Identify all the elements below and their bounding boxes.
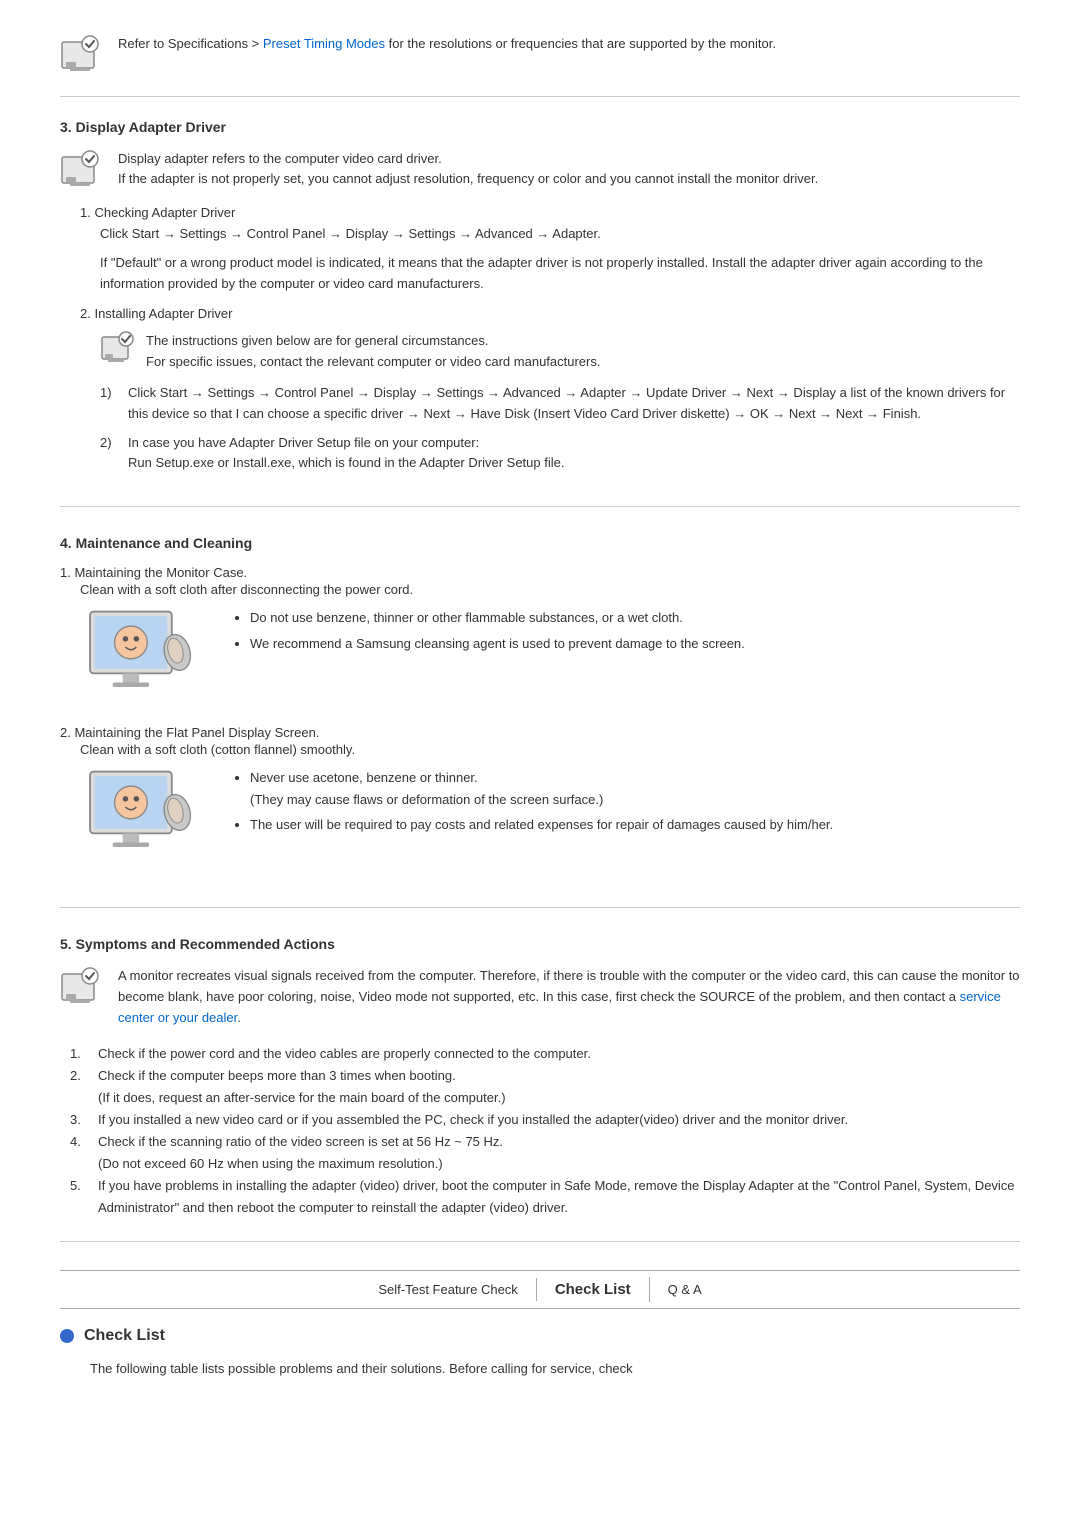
checking-adapter-section: 1. Checking Adapter Driver Click Start →… (80, 205, 1020, 294)
maintenance-item-1: 1. Maintaining the Monitor Case. Clean w… (60, 565, 1020, 707)
nav-qa[interactable]: Q & A (650, 1278, 720, 1301)
section-3-title: 3. Display Adapter Driver (60, 119, 1020, 135)
maintenance-2-subtitle: Clean with a soft cloth (cotton flannel)… (80, 742, 1020, 757)
installing-note-box: The instructions given below are for gen… (100, 331, 1020, 373)
symptoms-icon (60, 966, 104, 1010)
blue-dot-icon (60, 1329, 74, 1343)
step2-num: 2) (100, 433, 120, 475)
bottom-navigation: Self-Test Feature Check Check List Q & A (60, 1270, 1020, 1309)
preset-timing-link[interactable]: Preset Timing Modes (263, 36, 385, 51)
installing-adapter-section: 2. Installing Adapter Driver The instruc… (80, 306, 1020, 474)
step1-num: 1) (100, 383, 120, 425)
monitor-illustration-1 (80, 607, 200, 707)
check-list-section: Check List The following table lists pos… (60, 1327, 1020, 1400)
symptom-item-3: 3. If you installed a new video card or … (70, 1109, 1020, 1131)
bullet-item: The user will be required to pay costs a… (250, 814, 833, 835)
section-3-intro: Display adapter refers to the computer v… (60, 149, 1020, 193)
bullet-item: Do not use benzene, thinner or other fla… (250, 607, 745, 628)
bullet-item: Never use acetone, benzene or thinner. (… (250, 767, 833, 810)
top-note-text: Refer to Specifications > Preset Timing … (118, 34, 776, 54)
bullet-item: We recommend a Samsung cleansing agent i… (250, 633, 745, 654)
symptom-item-2b: (If it does, request an after-service fo… (70, 1087, 1020, 1109)
section3-intro-text: Display adapter refers to the computer v… (118, 149, 818, 189)
symptom-item-2: 2. Check if the computer beeps more than… (70, 1065, 1020, 1087)
maintenance-1-visual: Do not use benzene, thinner or other fla… (80, 607, 1020, 707)
checking-adapter-desc: If "Default" or a wrong product model is… (100, 253, 1020, 295)
section-4-title: 4. Maintenance and Cleaning (60, 535, 1020, 551)
nav-check-list[interactable]: Check List (537, 1277, 650, 1302)
install-note-line1: The instructions given below are for gen… (146, 331, 600, 352)
symptoms-items-list: 1. Check if the power cord and the video… (60, 1043, 1020, 1220)
symptoms-intro-text: A monitor recreates visual signals recei… (118, 966, 1020, 1028)
installing-adapter-title: 2. Installing Adapter Driver (80, 306, 1020, 321)
maintenance-2-title: 2. Maintaining the Flat Panel Display Sc… (60, 725, 1020, 740)
maintenance-2-bullets: Never use acetone, benzene or thinner. (… (230, 767, 833, 839)
maintenance-1-subtitle: Clean with a soft cloth after disconnect… (80, 582, 1020, 597)
note-icon (60, 34, 104, 78)
section-3: 3. Display Adapter Driver Display adapte… (60, 119, 1020, 507)
install-note-line2: For specific issues, contact the relevan… (146, 352, 600, 373)
step2-sub: Run Setup.exe or Install.exe, which is f… (128, 453, 564, 474)
service-center-link[interactable]: service center or your dealer (118, 989, 1001, 1025)
section-5-title: 5. Symptoms and Recommended Actions (60, 936, 1020, 952)
maintenance-1-title: 1. Maintaining the Monitor Case. (60, 565, 1020, 580)
top-note-section: Refer to Specifications > Preset Timing … (60, 20, 1020, 97)
install-steps: 1) Click Start → Settings → Control Pane… (100, 383, 1020, 474)
check-list-header: Check List (60, 1327, 1020, 1345)
section-5: 5. Symptoms and Recommended Actions A mo… (60, 936, 1020, 1242)
monitor-illustration-2 (80, 767, 200, 867)
symptom-item-1: 1. Check if the power cord and the video… (70, 1043, 1020, 1065)
step2-text: In case you have Adapter Driver Setup fi… (128, 433, 564, 454)
section-4: 4. Maintenance and Cleaning 1. Maintaini… (60, 535, 1020, 908)
maintenance-1-bullets: Do not use benzene, thinner or other fla… (230, 607, 745, 658)
checking-adapter-path: Click Start → Settings → Control Panel →… (100, 224, 1020, 245)
symptom-item-5: 5. If you have problems in installing th… (70, 1175, 1020, 1219)
check-list-title: Check List (84, 1327, 165, 1345)
maintenance-2-visual: Never use acetone, benzene or thinner. (… (80, 767, 1020, 867)
symptoms-intro: A monitor recreates visual signals recei… (60, 966, 1020, 1028)
check-list-desc: The following table lists possible probl… (90, 1359, 1020, 1380)
symptom-item-4: 4. Check if the scanning ratio of the vi… (70, 1131, 1020, 1153)
maintenance-item-2: 2. Maintaining the Flat Panel Display Sc… (60, 725, 1020, 867)
install-step2: 2) In case you have Adapter Driver Setup… (100, 433, 1020, 475)
step1-text: Click Start → Settings → Control Panel →… (128, 383, 1020, 425)
install-step1: 1) Click Start → Settings → Control Pane… (100, 383, 1020, 425)
symptom-item-4b: (Do not exceed 60 Hz when using the maxi… (70, 1153, 1020, 1175)
section3-icon (60, 149, 104, 193)
install-note-icon (100, 331, 136, 367)
checking-adapter-title: 1. Checking Adapter Driver (80, 205, 1020, 220)
nav-self-test[interactable]: Self-Test Feature Check (360, 1278, 536, 1301)
